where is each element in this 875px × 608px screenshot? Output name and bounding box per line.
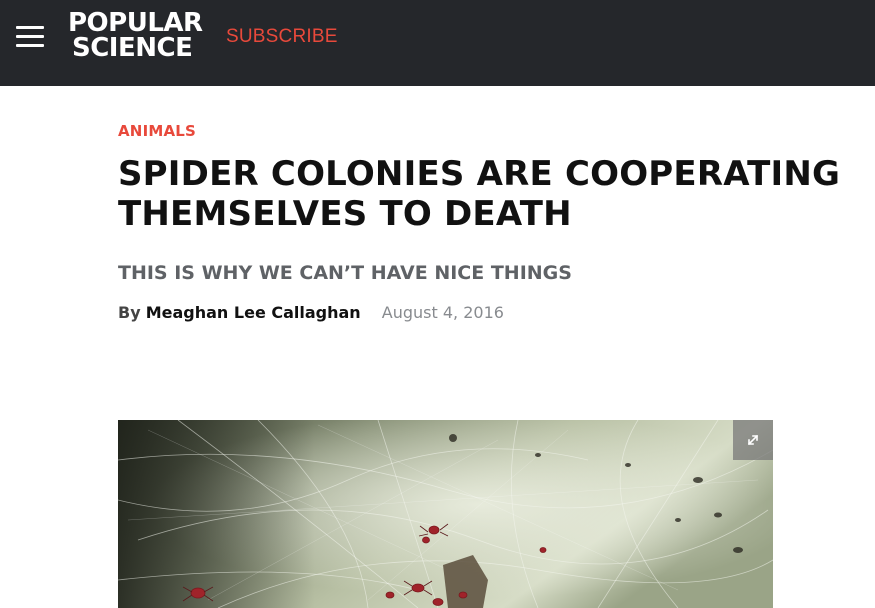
- logo-line-2: SCIENCE: [72, 33, 193, 63]
- expand-icon: [747, 434, 759, 446]
- site-header: POPULAR SCIENCE SUBSCRIBE: [0, 0, 875, 86]
- article-header: ANIMALS SPIDER COLONIES ARE COOPERATING …: [118, 118, 868, 324]
- menu-bar: [16, 35, 44, 38]
- article-subheadline: THIS IS WHY WE CAN’T HAVE NICE THINGS: [118, 262, 572, 284]
- byline: By Meaghan Lee Callaghan August 4, 2016: [118, 302, 868, 324]
- category-link[interactable]: ANIMALS: [118, 121, 868, 141]
- site-logo[interactable]: POPULAR SCIENCE: [68, 10, 203, 63]
- expand-button[interactable]: [733, 420, 773, 460]
- hero-image: [118, 420, 773, 608]
- hamburger-menu-icon[interactable]: [16, 26, 46, 48]
- author-link[interactable]: Meaghan Lee Callaghan: [146, 303, 361, 322]
- article-headline: SPIDER COLONIES ARE COOPERATING THEMSELV…: [118, 154, 841, 234]
- spider-web-photo: [118, 420, 773, 608]
- subscribe-link[interactable]: SUBSCRIBE: [226, 26, 338, 48]
- byline-prefix: By: [118, 303, 141, 322]
- menu-bar: [16, 26, 44, 29]
- menu-bar: [16, 44, 44, 47]
- publish-date: August 4, 2016: [381, 303, 504, 322]
